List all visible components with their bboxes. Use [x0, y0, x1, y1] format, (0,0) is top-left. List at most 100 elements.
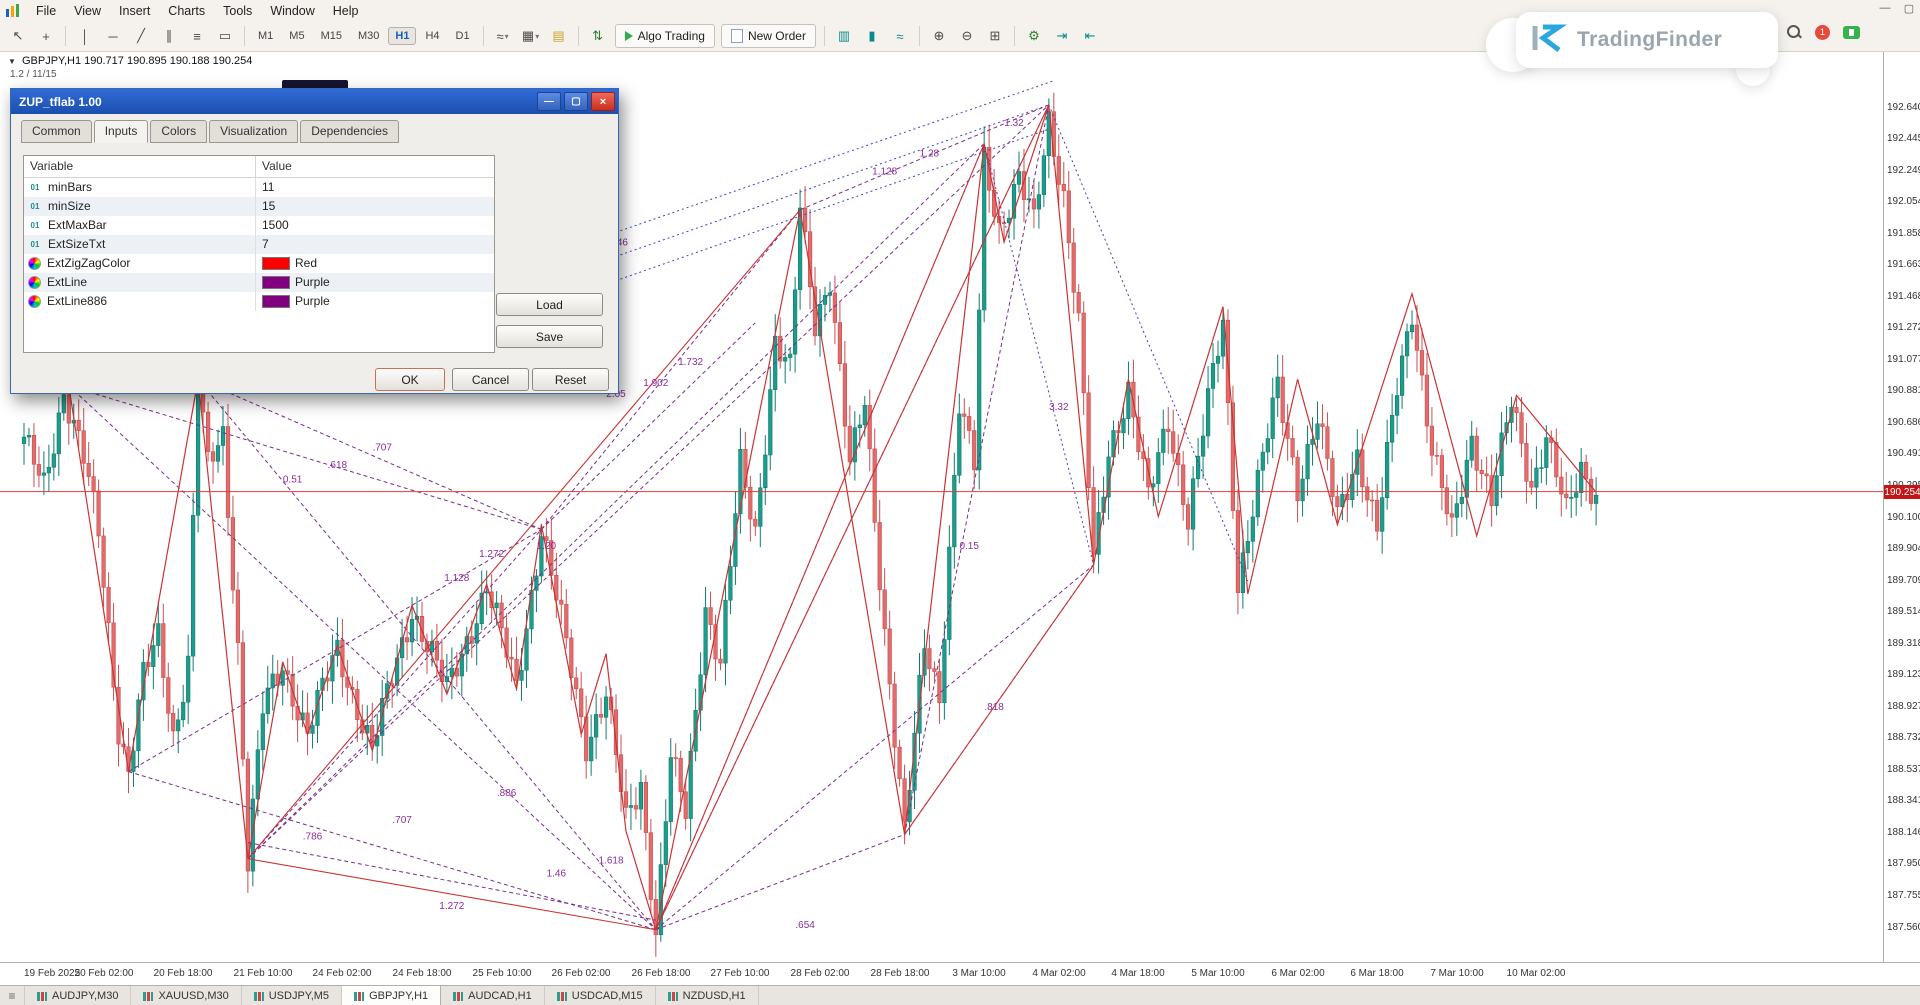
menu-item-help[interactable]: Help [324, 2, 368, 20]
timeframe-d1-button[interactable]: D1 [449, 27, 477, 45]
menu-item-tools[interactable]: Tools [214, 2, 261, 20]
price-tick: 192.640 [1887, 102, 1920, 113]
timeframe-m5-button[interactable]: M5 [282, 27, 311, 45]
line-chart-mode-icon[interactable]: ≈ [887, 24, 913, 48]
menu-item-file[interactable]: File [27, 2, 65, 20]
price-tick: 192.054 [1887, 196, 1920, 207]
menu-item-charts[interactable]: Charts [159, 2, 214, 20]
algo-trading-button[interactable]: Algo Trading [615, 24, 715, 48]
timeframe-m30-button[interactable]: M30 [351, 27, 386, 45]
price-tick: 187.560 [1887, 922, 1920, 933]
price-tick: 187.755 [1887, 890, 1920, 901]
param-name: minSize [48, 197, 91, 216]
auto-scroll-icon[interactable]: ⇥ [1049, 24, 1075, 48]
svg-text:.786: .786 [303, 831, 323, 842]
timeframe-h4-button[interactable]: H4 [418, 27, 446, 45]
load-button[interactable]: Load [496, 293, 603, 316]
tick-chart-icon[interactable]: ⇅ [585, 24, 611, 48]
time-scale[interactable]: 19 Feb 202520 Feb 02:0020 Feb 18:0021 Fe… [0, 962, 1920, 986]
notifications-icon[interactable]: 1 [1815, 25, 1830, 40]
window-maximize-button[interactable]: ▢ [1902, 2, 1916, 15]
chart-tab-usdjpy-m5[interactable]: USDJPY,M5 [242, 986, 342, 1005]
chart-shift-icon[interactable]: ⇤ [1077, 24, 1103, 48]
chart-tab-audcad-h1[interactable]: AUDCAD,H1 [441, 986, 545, 1005]
chart-tab-xauusd-m30[interactable]: XAUUSD,M30 [131, 986, 241, 1005]
param-row-extmaxbar[interactable]: 01ExtMaxBar1500 [24, 216, 494, 235]
save-button[interactable]: Save [496, 325, 603, 348]
price-tick: 191.272 [1887, 322, 1920, 333]
param-value-cell[interactable]: Red [256, 254, 317, 273]
dialog-tab-visualization[interactable]: Visualization [209, 120, 298, 143]
chart-tab-audjpy-m30[interactable]: AUDJPY,M30 [25, 986, 131, 1005]
menu-item-insert[interactable]: Insert [110, 2, 159, 20]
svg-text:0.15: 0.15 [959, 541, 979, 552]
param-value-cell[interactable]: 1500 [256, 216, 289, 235]
param-row-extline886[interactable]: ExtLine886Purple [24, 292, 494, 311]
chart-tab-gbpjpy-h1[interactable]: GBPJPY,H1 [342, 986, 441, 1005]
param-name-cell: 01ExtMaxBar [24, 216, 256, 235]
shapes-tool-icon[interactable]: ▭ [212, 24, 238, 48]
dialog-tab-common[interactable]: Common [21, 120, 92, 143]
dialog-minimize-button[interactable]: — [537, 92, 561, 111]
menu-item-view[interactable]: View [65, 2, 110, 20]
window-minimize-button[interactable]: — [1878, 2, 1892, 15]
ok-button[interactable]: OK [375, 368, 445, 391]
candle-chart-mode-icon[interactable]: ▮ [859, 24, 885, 48]
param-value-cell[interactable]: 15 [256, 197, 275, 216]
search-icon[interactable] [1786, 24, 1802, 40]
vertical-line-tool-icon[interactable]: │ [72, 24, 98, 48]
date-tick: 26 Feb 02:00 [552, 968, 611, 979]
param-row-extzigzagcolor[interactable]: ExtZigZagColor Red [24, 254, 494, 273]
color-param-icon [28, 276, 41, 289]
menu-item-window[interactable]: Window [261, 2, 323, 20]
param-value-cell[interactable]: Purple [256, 273, 330, 292]
param-value-cell[interactable]: Purple [256, 292, 330, 311]
crosshair-tool-icon[interactable]: + [33, 24, 59, 48]
new-order-button[interactable]: New Order [721, 24, 816, 48]
channel-tool-icon[interactable]: ∥ [156, 24, 182, 48]
param-value-cell[interactable]: 11 [256, 178, 274, 197]
collapse-triangle-icon[interactable]: ▼ [8, 57, 16, 66]
cursor-tool-icon[interactable]: ↖ [5, 24, 31, 48]
param-row-minbars[interactable]: 01minBars11 [24, 178, 494, 197]
templates-icon[interactable]: ▦▾ [518, 24, 544, 48]
zoom-in-icon[interactable]: ⊕ [926, 24, 952, 48]
dialog-tab-inputs[interactable]: Inputs [94, 120, 149, 143]
dialog-maximize-button[interactable]: ▢ [564, 92, 588, 111]
param-row-extsizetxt[interactable]: 01ExtSizeTxt7 [24, 235, 494, 254]
column-variable[interactable]: Variable [24, 156, 256, 177]
account-status-icon[interactable] [1843, 26, 1860, 39]
indicators-list-icon[interactable]: ≈▾ [490, 24, 516, 48]
param-name: ExtZigZagColor [47, 254, 130, 273]
dialog-tab-dependencies[interactable]: Dependencies [300, 120, 399, 143]
strategy-tester-icon[interactable]: ⚙ [1021, 24, 1047, 48]
param-row-minsize[interactable]: 01minSize15 [24, 197, 494, 216]
chart-tab-nzdusd-h1[interactable]: NZDUSD,H1 [656, 986, 759, 1005]
timeframe-m15-button[interactable]: M15 [314, 27, 349, 45]
timeframe-m1-button[interactable]: M1 [251, 27, 280, 45]
date-tick: 5 Mar 10:00 [1191, 968, 1244, 979]
chart-tabs-bar: ≡AUDJPY,M30XAUUSD,M30USDJPY,M5GBPJPY,H1A… [0, 985, 1920, 1005]
toolbar-separator [483, 26, 484, 46]
svg-text:1.32: 1.32 [1004, 118, 1024, 129]
open-folder-icon[interactable]: ▤ [546, 24, 572, 48]
bar-chart-mode-icon[interactable]: ▥ [831, 24, 857, 48]
tile-windows-icon[interactable]: ⊞ [982, 24, 1008, 48]
fibonacci-tool-icon[interactable]: ≡ [184, 24, 210, 48]
param-row-extline[interactable]: ExtLinePurple [24, 273, 494, 292]
param-value-cell[interactable]: 7 [256, 235, 269, 254]
horizontal-line-tool-icon[interactable]: ─ [100, 24, 126, 48]
chart-list-button[interactable]: ≡ [0, 986, 25, 1005]
dialog-titlebar[interactable]: ZUP_tflab 1.00 —▢× [11, 89, 618, 114]
timeframe-h1-button[interactable]: H1 [388, 27, 416, 45]
trendline-tool-icon[interactable]: ╱ [128, 24, 154, 48]
column-value[interactable]: Value [256, 156, 292, 177]
cancel-button[interactable]: Cancel [452, 368, 529, 391]
zoom-out-icon[interactable]: ⊖ [954, 24, 980, 48]
dialog-tab-colors[interactable]: Colors [150, 120, 207, 143]
toolbar-separator [578, 26, 579, 46]
chart-tab-usdcad-m15[interactable]: USDCAD,M15 [545, 986, 656, 1005]
reset-button[interactable]: Reset [532, 368, 609, 391]
price-scale[interactable]: 192.640192.445192.249192.054191.858191.6… [1883, 51, 1920, 962]
dialog-close-button[interactable]: × [591, 92, 615, 111]
